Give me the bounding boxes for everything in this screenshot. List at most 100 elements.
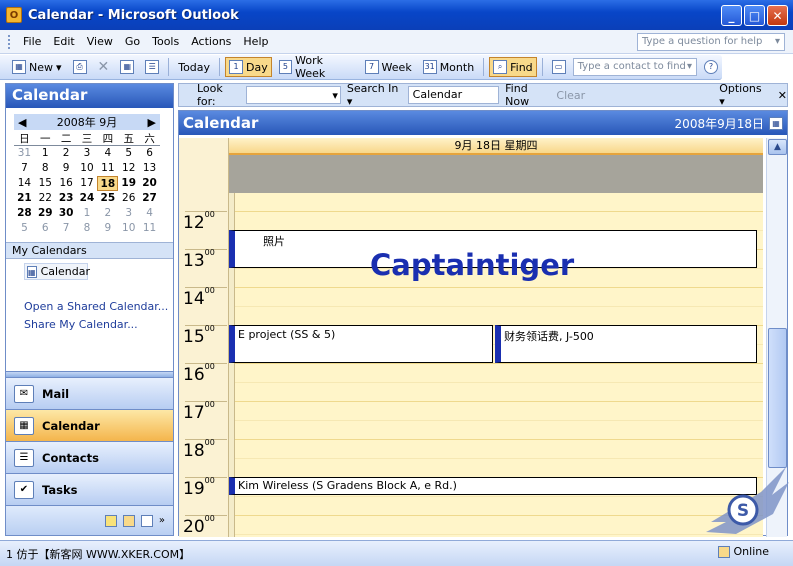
date-cell[interactable]: 30 (56, 206, 77, 221)
date-cell[interactable]: 9 (97, 221, 118, 236)
date-cell[interactable]: 2 (97, 206, 118, 221)
date-cell[interactable]: 5 (14, 221, 35, 236)
work-week-button[interactable]: 5 Work Week (275, 54, 358, 80)
date-cell[interactable]: 10 (77, 161, 98, 176)
date-cell[interactable]: 17 (77, 176, 98, 191)
folder-icon[interactable] (122, 514, 135, 527)
search-in-field[interactable]: Calendar (407, 86, 500, 104)
date-cell[interactable]: 8 (77, 221, 98, 236)
menu-view[interactable]: View (81, 35, 119, 48)
date-cell[interactable]: 7 (56, 221, 77, 236)
nav-contacts-button[interactable]: ☰ Contacts (6, 441, 173, 473)
date-cell[interactable]: 1 (77, 206, 98, 221)
calendar-view-button[interactable]: ▦ (116, 57, 138, 77)
date-cell[interactable]: 19 (118, 176, 139, 191)
prev-month-arrow-icon[interactable]: ◀ (18, 116, 26, 129)
look-for-input[interactable]: ▾ (246, 86, 341, 104)
appointment[interactable]: 财务领话费, J-500 (495, 325, 757, 363)
new-button[interactable]: ▦ New ▾ (8, 57, 66, 77)
date-cell[interactable]: 6 (139, 146, 160, 161)
date-cell[interactable]: 24 (77, 191, 98, 206)
notes-icon[interactable] (104, 514, 117, 527)
close-find-bar-icon[interactable]: ✕ (778, 89, 787, 102)
date-cell[interactable]: 4 (139, 206, 160, 221)
date-cell[interactable]: 18 (97, 176, 119, 191)
search-in-button[interactable]: Search In ▾ (347, 82, 402, 108)
address-book-search-button[interactable]: ▭ (548, 57, 570, 77)
chevron-down-icon[interactable]: ▾ (56, 61, 62, 74)
date-cell[interactable]: 3 (118, 206, 139, 221)
day-grid[interactable]: 照片 E project (SS & 5) 财务领话费, J-500 Kim W… (229, 193, 763, 537)
menu-tools[interactable]: Tools (146, 35, 185, 48)
appointment[interactable]: E project (SS & 5) (229, 325, 493, 363)
delete-button[interactable]: ✕ (94, 57, 114, 77)
date-cell[interactable]: 9 (56, 161, 77, 176)
scroll-up-arrow-icon[interactable]: ▲ (768, 139, 787, 155)
calendar-list-item[interactable]: ▦ Calendar (24, 263, 90, 280)
menu-edit[interactable]: Edit (47, 35, 80, 48)
date-cell[interactable]: 31 (14, 146, 35, 161)
date-cell[interactable]: 1 (35, 146, 56, 161)
nav-mail-button[interactable]: ✉ Mail (6, 377, 173, 409)
week-button[interactable]: 7 Week (361, 57, 416, 77)
date-cell[interactable]: 13 (139, 161, 160, 176)
chevron-down-icon[interactable]: ▾ (775, 36, 780, 48)
date-cell[interactable]: 25 (97, 191, 118, 206)
date-cell[interactable]: 6 (35, 221, 56, 236)
calendar-grid-icon[interactable]: ▦ (769, 116, 783, 130)
maximize-button[interactable]: □ (744, 5, 765, 26)
configure-buttons-chevron-icon[interactable]: » (159, 515, 165, 526)
address-book-button[interactable]: ☰ (141, 57, 163, 77)
next-month-arrow-icon[interactable]: ▶ (148, 116, 156, 129)
menu-file[interactable]: File (17, 35, 47, 48)
date-cell[interactable]: 16 (56, 176, 77, 191)
shortcut-icon[interactable] (140, 514, 153, 527)
help-button[interactable]: ? (700, 57, 722, 77)
find-button[interactable]: ⌕ Find (489, 57, 537, 77)
open-shared-calendar-link[interactable]: Open a Shared Calendar... (24, 298, 173, 316)
date-cell[interactable]: 10 (118, 221, 139, 236)
date-cell[interactable]: 14 (14, 176, 35, 191)
date-cell[interactable]: 7 (14, 161, 35, 176)
day-header[interactable]: 9月 18日 星期四 (229, 138, 763, 155)
date-cell[interactable]: 15 (35, 176, 56, 191)
today-button[interactable]: Today (174, 57, 214, 77)
date-cell[interactable]: 12 (118, 161, 139, 176)
chevron-down-icon[interactable]: ▾ (332, 89, 338, 102)
date-cell[interactable]: 5 (118, 146, 139, 161)
minimize-button[interactable]: _ (721, 5, 742, 26)
date-cell[interactable]: 2 (56, 146, 77, 161)
menu-grip[interactable] (8, 34, 11, 49)
share-my-calendar-link[interactable]: Share My Calendar... (24, 316, 173, 334)
chevron-down-icon[interactable]: ▾ (687, 61, 692, 73)
date-cell[interactable]: 26 (118, 191, 139, 206)
all-day-event-area[interactable] (229, 155, 763, 193)
menu-help[interactable]: Help (237, 35, 274, 48)
date-cell[interactable]: 22 (35, 191, 56, 206)
scrollbar-thumb[interactable] (768, 328, 787, 468)
date-cell[interactable]: 3 (77, 146, 98, 161)
find-now-button[interactable]: Find Now (505, 82, 550, 108)
print-button[interactable]: ⎙ (69, 57, 91, 77)
date-cell[interactable]: 20 (139, 176, 160, 191)
contact-search-input[interactable]: Type a contact to find ▾ (572, 58, 697, 76)
date-cell[interactable]: 4 (97, 146, 118, 161)
date-cell[interactable]: 8 (35, 161, 56, 176)
date-cell[interactable]: 23 (56, 191, 77, 206)
date-cell[interactable]: 28 (14, 206, 35, 221)
date-cell[interactable]: 27 (139, 191, 160, 206)
outlook-app-icon[interactable]: O (6, 7, 22, 23)
nav-calendar-button[interactable]: ▦ Calendar (6, 409, 173, 441)
nav-tasks-button[interactable]: ✔ Tasks (6, 473, 173, 505)
help-search-input[interactable]: Type a question for help ▾ (637, 33, 785, 51)
close-button[interactable]: ✕ (767, 5, 788, 26)
clear-button[interactable]: Clear (556, 89, 585, 102)
menu-actions[interactable]: Actions (185, 35, 237, 48)
month-button[interactable]: 31 Month (419, 57, 478, 77)
date-cell[interactable]: 11 (139, 221, 160, 236)
date-cell[interactable]: 29 (35, 206, 56, 221)
date-cell[interactable]: 21 (14, 191, 35, 206)
menu-go[interactable]: Go (119, 35, 146, 48)
date-cell[interactable]: 11 (97, 161, 118, 176)
day-view-button[interactable]: 1 Day (225, 57, 272, 77)
